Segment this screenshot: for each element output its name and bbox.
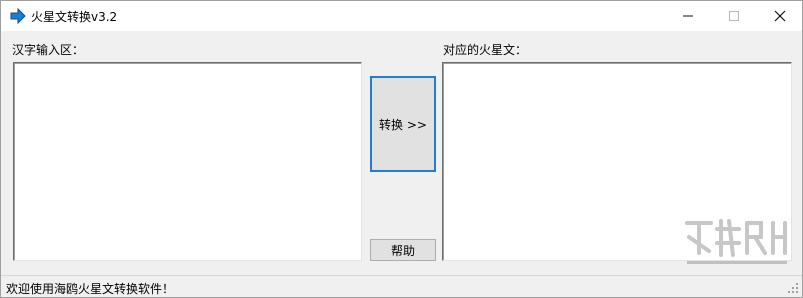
maximize-button[interactable] [711, 1, 757, 31]
maximize-icon [729, 11, 739, 21]
status-bar: 欢迎使用海鸥火星文转换软件！ [1, 275, 802, 297]
app-window: 火星文转换v3.2 汉字输入区： 转换 >> 帮助 对应的火星文： 欢迎使用海鸥… [0, 0, 803, 298]
window-title: 火星文转换v3.2 [31, 10, 118, 24]
close-button[interactable] [757, 1, 803, 31]
arrow-right-icon [9, 7, 27, 25]
chinese-input-textarea[interactable] [13, 62, 362, 261]
input-label: 汉字输入区： [12, 43, 85, 57]
minimize-button[interactable] [665, 1, 711, 31]
help-button[interactable]: 帮助 [370, 239, 436, 261]
help-button-label: 帮助 [390, 243, 415, 258]
minimize-icon [683, 11, 693, 21]
martian-output-textarea[interactable] [442, 62, 792, 261]
status-text: 欢迎使用海鸥火星文转换软件！ [6, 282, 175, 296]
convert-button[interactable]: 转换 >> [370, 76, 436, 172]
convert-button-label: 转换 >> [379, 117, 427, 132]
resize-grip-icon[interactable] [787, 282, 799, 294]
title-bar[interactable]: 火星文转换v3.2 [1, 1, 802, 31]
close-icon [774, 10, 786, 22]
output-label: 对应的火星文： [443, 43, 528, 57]
client-area: 汉字输入区： 转换 >> 帮助 对应的火星文： 欢迎使用海鸥火星文转换软件！ [1, 31, 802, 297]
